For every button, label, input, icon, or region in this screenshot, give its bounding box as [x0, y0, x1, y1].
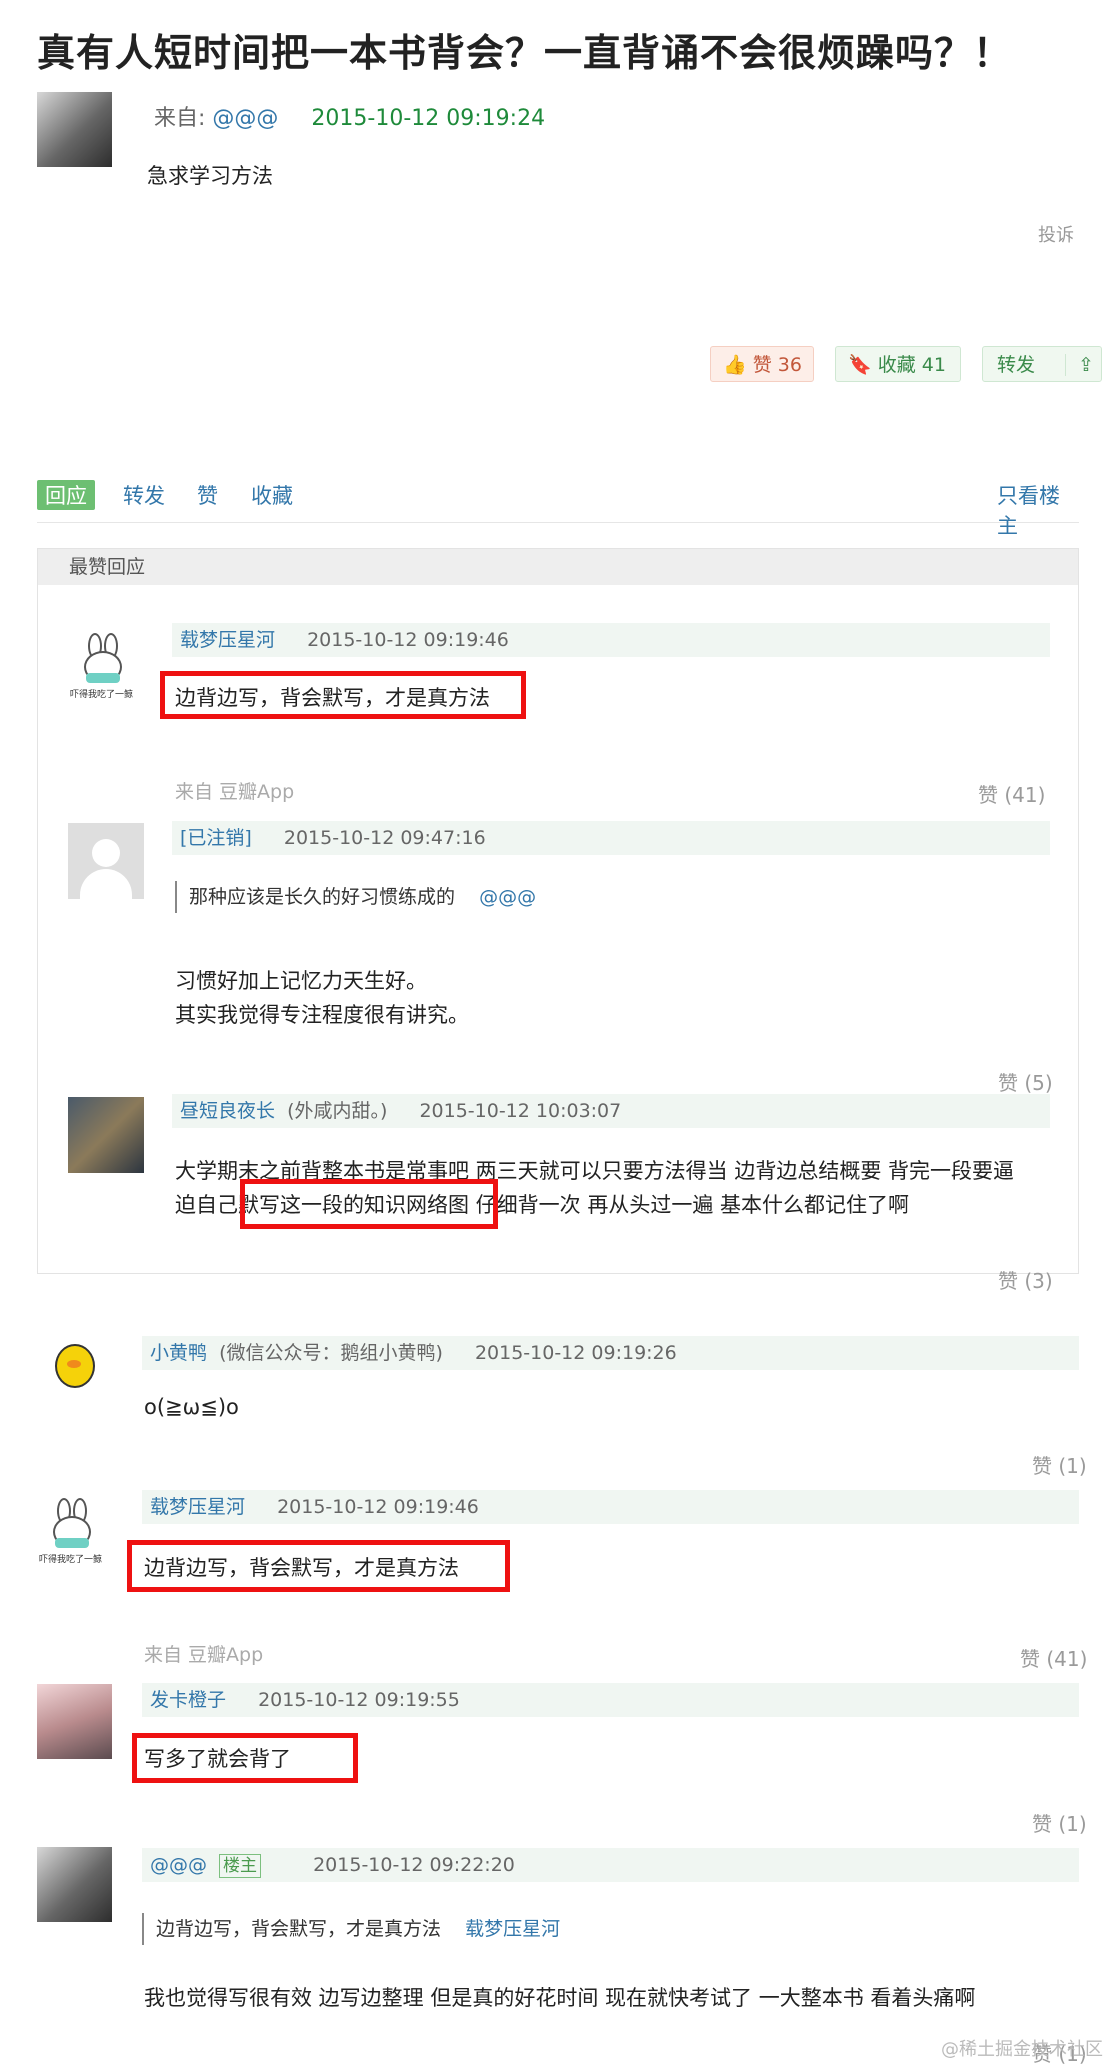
- author-link[interactable]: @@@: [212, 106, 278, 131]
- post-meta: 来自: @@@ 2015-10-12 09:19:24: [154, 100, 545, 132]
- post-title: 真有人短时间把一本书背会？一直背诵不会很烦躁吗？！: [37, 31, 1013, 75]
- comment-time: 2015-10-12 09:19:55: [258, 1689, 460, 1711]
- highlight-box: [240, 1179, 498, 1229]
- only-host-link[interactable]: 只看楼主: [997, 480, 1079, 540]
- tab-like[interactable]: 赞: [197, 480, 218, 510]
- source-label: 来自 豆瓣App: [175, 781, 295, 803]
- like-count[interactable]: 赞 (1): [1032, 1450, 1087, 1479]
- tab-collect[interactable]: 收藏: [251, 480, 293, 510]
- comment-time: 2015-10-12 09:22:20: [313, 1854, 515, 1876]
- user-note: (外咸内甜。): [287, 1100, 388, 1122]
- comment-meta: 发卡橙子 2015-10-12 09:19:55: [142, 1683, 1079, 1717]
- comment-meta: 载梦压星河 2015-10-12 09:19:46: [172, 623, 1050, 657]
- collect-button[interactable]: 🔖 收藏 41: [835, 346, 961, 382]
- quote-text: 那种应该是长久的好习惯练成的: [189, 886, 456, 908]
- comment-meta: 昼短良夜长 (外咸内甜。) 2015-10-12 10:03:07: [172, 1094, 1050, 1128]
- author-avatar[interactable]: [37, 92, 112, 167]
- post-body: 急求学习方法: [147, 164, 273, 188]
- user-note: (微信公众号：鹅组小黄鸭): [219, 1342, 443, 1364]
- user-avatar[interactable]: [68, 1097, 144, 1173]
- quote-block: 那种应该是长久的好习惯练成的 @@@: [175, 881, 536, 913]
- comment-user[interactable]: 昼短良夜长: [180, 1100, 275, 1122]
- comment-user[interactable]: 发卡橙子: [150, 1689, 226, 1711]
- share-icon: ⇪: [1065, 354, 1094, 376]
- comment-text: 习惯好加上记忆力天生好。: [175, 969, 427, 993]
- highlight-box: [160, 671, 526, 719]
- quote-user[interactable]: @@@: [479, 886, 536, 908]
- source-label: 来自 豆瓣App: [144, 1644, 264, 1666]
- like-count[interactable]: 赞 (3): [998, 1265, 1053, 1294]
- highlight-box: [127, 1540, 510, 1592]
- rabbit-avatar[interactable]: 吓得我吃了一鲸: [68, 631, 144, 707]
- comment-user[interactable]: 小黄鸭: [150, 1342, 207, 1364]
- comment-text: 我也觉得写很有效 边写边整理 但是真的好花时间 现在就快考试了 一大整本书 看着…: [144, 1986, 976, 2010]
- post-time: 2015-10-12 09:19:24: [311, 106, 546, 131]
- comment-user[interactable]: 载梦压星河: [150, 1496, 245, 1518]
- like-count[interactable]: 赞 (5): [998, 1067, 1053, 1096]
- highlight-box: [132, 1733, 358, 1783]
- watermark: @稀土掘金技术社区: [941, 2039, 1103, 2060]
- comment-user[interactable]: [已注销]: [180, 827, 252, 849]
- rabbit-avatar[interactable]: 吓得我吃了一鲸: [37, 1496, 112, 1571]
- author-avatar[interactable]: [37, 1847, 112, 1922]
- comment-meta: [已注销] 2015-10-12 09:47:16: [172, 821, 1050, 855]
- best-header: 最赞回应: [38, 549, 1078, 585]
- like-count[interactable]: 赞 (41): [978, 779, 1045, 808]
- tab-reply[interactable]: 回应: [37, 480, 95, 510]
- best-replies: 最赞回应 吓得我吃了一鲸 载梦压星河 2015-10-12 09:19:46 边…: [37, 548, 1079, 1293]
- from-label: 来自:: [154, 106, 206, 131]
- like-count[interactable]: 赞 (41): [1020, 1643, 1087, 1672]
- report-link[interactable]: 投诉: [1038, 221, 1074, 247]
- comment-time: 2015-10-12 09:19:46: [277, 1496, 479, 1518]
- comment-time: 2015-10-12 09:19:26: [474, 1342, 677, 1364]
- default-avatar[interactable]: [68, 823, 144, 899]
- comment-time: 2015-10-12 09:19:46: [307, 629, 509, 651]
- user-avatar[interactable]: [37, 1684, 112, 1759]
- comment-time: 2015-10-12 09:47:16: [283, 827, 486, 849]
- duck-avatar[interactable]: [37, 1330, 112, 1405]
- comment-user[interactable]: 载梦压星河: [180, 629, 275, 651]
- comment-user[interactable]: @@@: [150, 1854, 207, 1876]
- comment-time: 2015-10-12 10:03:07: [419, 1100, 622, 1122]
- quote-user[interactable]: 载梦压星河: [465, 1918, 560, 1940]
- comment-meta: @@@ 楼主 2015-10-12 09:22:20: [142, 1848, 1079, 1882]
- comment-text: 其实我觉得专注程度很有讲究。: [175, 1003, 469, 1027]
- comment-meta: 小黄鸭 (微信公众号：鹅组小黄鸭) 2015-10-12 09:19:26: [142, 1336, 1079, 1370]
- comment-text: o(≧ω≦)o: [144, 1395, 239, 1419]
- host-badge: 楼主: [219, 1854, 262, 1878]
- reply-tabs: 回应 转发 赞 收藏 只看楼主: [37, 480, 1079, 538]
- like-button[interactable]: 👍 赞 36: [710, 346, 814, 382]
- quote-block: 边背边写，背会默写，才是真方法 载梦压星河: [142, 1913, 560, 1945]
- tab-forward[interactable]: 转发: [123, 480, 165, 510]
- thumb-icon: 👍: [723, 354, 747, 376]
- like-count[interactable]: 赞 (1): [1032, 1808, 1087, 1837]
- bookmark-icon: 🔖: [848, 354, 872, 376]
- comment-meta: 载梦压星河 2015-10-12 09:19:46: [142, 1490, 1079, 1524]
- quote-text: 边背边写，背会默写，才是真方法: [156, 1918, 442, 1940]
- forward-button[interactable]: 转发 ⇪: [982, 346, 1102, 382]
